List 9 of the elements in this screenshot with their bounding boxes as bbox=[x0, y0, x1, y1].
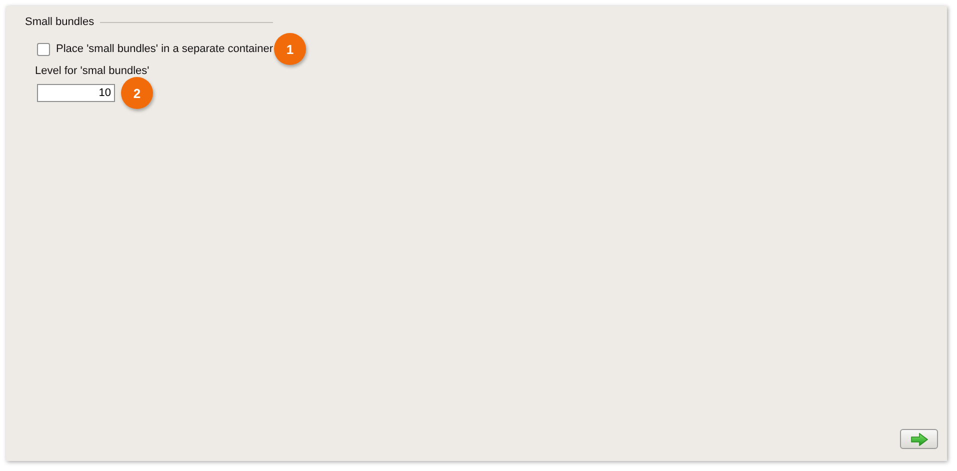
level-input-field[interactable]: 10 bbox=[37, 84, 115, 102]
callout-badge: 1 bbox=[274, 33, 306, 65]
field-label: Level for 'smal bundles' bbox=[34, 65, 150, 77]
arrow-right-icon bbox=[910, 432, 928, 446]
checkbox-label[interactable]: Place 'small bundles' in a separate container bbox=[56, 43, 273, 55]
next-button[interactable] bbox=[900, 429, 938, 449]
callout-badge: 2 bbox=[121, 77, 153, 109]
group-title: Small bundles bbox=[25, 16, 94, 28]
checkbox[interactable] bbox=[37, 42, 50, 56]
